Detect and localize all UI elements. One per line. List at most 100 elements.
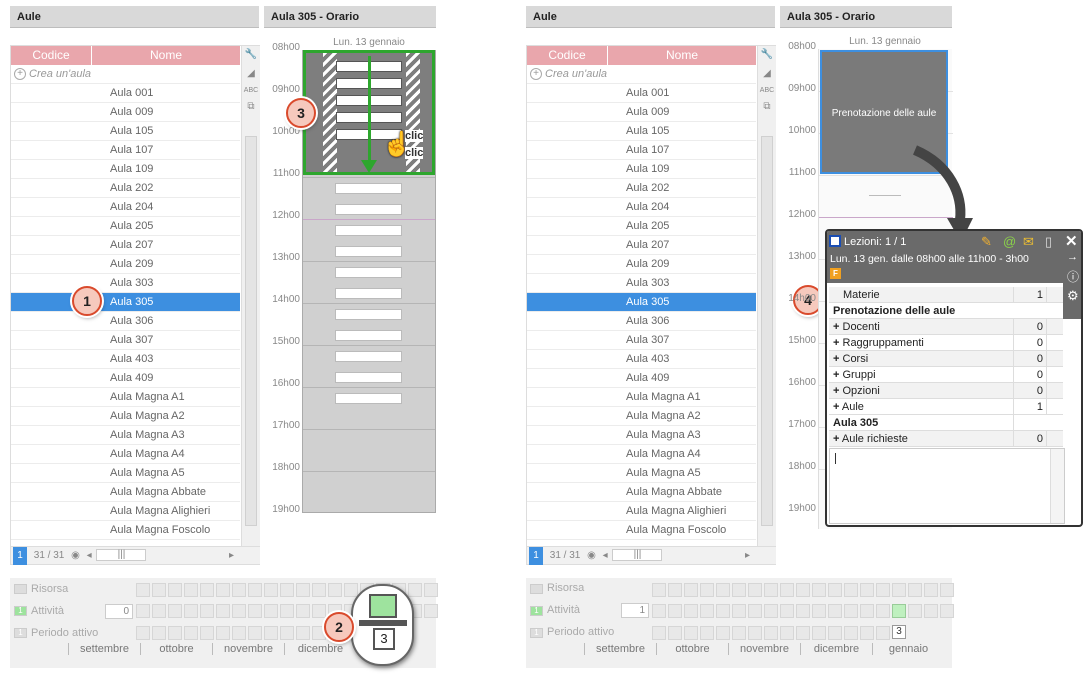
sort-icon[interactable]: ◢ bbox=[243, 66, 259, 82]
room-row[interactable]: Aula 409 bbox=[527, 369, 756, 388]
room-row[interactable]: Aula 204 bbox=[527, 198, 756, 217]
room-row[interactable]: Aula Magna A3 bbox=[11, 426, 240, 445]
vertical-scrollbar[interactable]: 🔧 ◢ ABC ⧉ bbox=[241, 46, 260, 546]
at-icon[interactable]: @ bbox=[1003, 234, 1016, 249]
edit-icon[interactable]: ✎ bbox=[981, 234, 992, 250]
room-row[interactable]: Aula 207 bbox=[527, 236, 756, 255]
room-row[interactable]: Aula 305 bbox=[527, 293, 756, 312]
period-cell[interactable] bbox=[200, 626, 214, 640]
period-cell[interactable] bbox=[764, 626, 778, 640]
period-cell[interactable] bbox=[812, 604, 826, 618]
plus-icon[interactable]: + bbox=[833, 369, 839, 381]
period-cell[interactable] bbox=[296, 583, 310, 597]
popup-row[interactable]: + Docenti 0 bbox=[829, 319, 1063, 335]
period-cell[interactable] bbox=[328, 583, 342, 597]
period-cell[interactable] bbox=[216, 626, 230, 640]
period-cell[interactable] bbox=[908, 604, 922, 618]
room-row[interactable]: Aula 109 bbox=[527, 160, 756, 179]
room-row[interactable]: Aula 001 bbox=[11, 84, 240, 103]
wrench-icon[interactable]: 🔧 bbox=[759, 47, 775, 63]
period-cell[interactable] bbox=[860, 583, 874, 597]
scroll-right-icon[interactable]: ▸ bbox=[229, 547, 234, 565]
period-cell[interactable] bbox=[152, 604, 166, 618]
horizontal-scrollbar[interactable]: ||| bbox=[96, 549, 147, 562]
period-cell[interactable] bbox=[668, 626, 682, 640]
room-row[interactable]: Aula 209 bbox=[11, 255, 240, 274]
period-cell[interactable] bbox=[892, 604, 906, 618]
room-row[interactable]: Aula 107 bbox=[11, 141, 240, 160]
period-cell[interactable] bbox=[652, 604, 666, 618]
period-cell[interactable] bbox=[424, 583, 438, 597]
period-cell[interactable] bbox=[684, 604, 698, 618]
week-cell-3[interactable]: 3 bbox=[892, 625, 906, 639]
period-cell[interactable] bbox=[184, 604, 198, 618]
period-cell[interactable] bbox=[908, 583, 922, 597]
sort-icon[interactable]: ◢ bbox=[759, 66, 775, 82]
period-cell[interactable] bbox=[940, 604, 954, 618]
period-cell[interactable] bbox=[216, 604, 230, 618]
plus-icon[interactable]: + bbox=[833, 385, 839, 397]
period-cell[interactable] bbox=[136, 626, 150, 640]
wrench-icon[interactable]: 🔧 bbox=[243, 47, 259, 63]
plus-icon[interactable]: + bbox=[833, 337, 839, 349]
period-cell[interactable] bbox=[668, 604, 682, 618]
period-cell[interactable] bbox=[876, 626, 890, 640]
gear-icon[interactable]: ⚙ bbox=[1067, 288, 1079, 304]
period-cell[interactable] bbox=[668, 583, 682, 597]
month-label[interactable]: ottobre bbox=[140, 643, 212, 655]
room-row[interactable]: Aula 205 bbox=[11, 217, 240, 236]
period-cell[interactable] bbox=[716, 626, 730, 640]
period-cell[interactable] bbox=[280, 583, 294, 597]
period-cell[interactable] bbox=[828, 583, 842, 597]
period-cell[interactable] bbox=[860, 626, 874, 640]
period-cell[interactable] bbox=[312, 583, 326, 597]
period-cell[interactable] bbox=[876, 604, 890, 618]
period-cell[interactable] bbox=[700, 626, 714, 640]
period-cell[interactable] bbox=[136, 604, 150, 618]
vertical-scrollbar-right[interactable]: 🔧 ◢ ABC ⧉ bbox=[757, 46, 776, 546]
room-row[interactable]: Aula 205 bbox=[527, 217, 756, 236]
room-row[interactable]: Aula Magna A1 bbox=[11, 388, 240, 407]
create-room-row-right[interactable]: + Crea un'aula bbox=[527, 65, 756, 84]
period-cell[interactable] bbox=[796, 626, 810, 640]
room-row[interactable]: Aula 307 bbox=[527, 331, 756, 350]
room-row[interactable]: Aula 303 bbox=[11, 274, 240, 293]
period-cell[interactable] bbox=[732, 604, 746, 618]
room-row[interactable]: Aula 209 bbox=[527, 255, 756, 274]
room-row[interactable]: Aula 306 bbox=[527, 312, 756, 331]
period-cell[interactable] bbox=[748, 626, 762, 640]
popup-row[interactable]: + Opzioni 0 bbox=[829, 383, 1063, 399]
period-cell[interactable] bbox=[424, 604, 438, 618]
scroll-right-icon[interactable]: ▸ bbox=[745, 547, 750, 565]
period-cell[interactable] bbox=[264, 604, 278, 618]
notes-textarea[interactable] bbox=[829, 448, 1065, 524]
month-label[interactable]: ottobre bbox=[656, 643, 728, 655]
room-row[interactable]: Aula Magna A1 bbox=[527, 388, 756, 407]
room-row[interactable]: Aula 409 bbox=[11, 369, 240, 388]
column-name[interactable]: Nome bbox=[92, 46, 240, 65]
scrollbar-thumb[interactable] bbox=[245, 136, 257, 526]
period-cell[interactable] bbox=[296, 604, 310, 618]
period-cell[interactable] bbox=[168, 583, 182, 597]
period-cell[interactable] bbox=[184, 626, 198, 640]
period-cell[interactable] bbox=[232, 583, 246, 597]
eye-icon[interactable]: ◉ bbox=[71, 550, 80, 561]
room-row[interactable]: Aula 307 bbox=[11, 331, 240, 350]
period-cell[interactable] bbox=[168, 626, 182, 640]
period-cell[interactable] bbox=[344, 583, 358, 597]
room-row[interactable]: Aula 202 bbox=[527, 179, 756, 198]
room-row[interactable]: Aula Magna A3 bbox=[527, 426, 756, 445]
period-cell[interactable] bbox=[748, 604, 762, 618]
period-cell[interactable] bbox=[732, 626, 746, 640]
room-row[interactable]: Aula Magna Abbate bbox=[11, 483, 240, 502]
period-cell[interactable] bbox=[748, 583, 762, 597]
month-label[interactable]: dicembre bbox=[284, 643, 356, 655]
copy-icon[interactable]: ⧉ bbox=[243, 99, 259, 115]
month-label[interactable]: novembre bbox=[212, 643, 284, 655]
activity-value[interactable]: 0 bbox=[105, 604, 133, 619]
period-cell[interactable] bbox=[940, 583, 954, 597]
period-cell[interactable] bbox=[312, 604, 326, 618]
period-cell[interactable] bbox=[152, 626, 166, 640]
room-row[interactable]: Aula 107 bbox=[527, 141, 756, 160]
room-row[interactable]: Aula Magna Foscolo bbox=[527, 521, 756, 540]
